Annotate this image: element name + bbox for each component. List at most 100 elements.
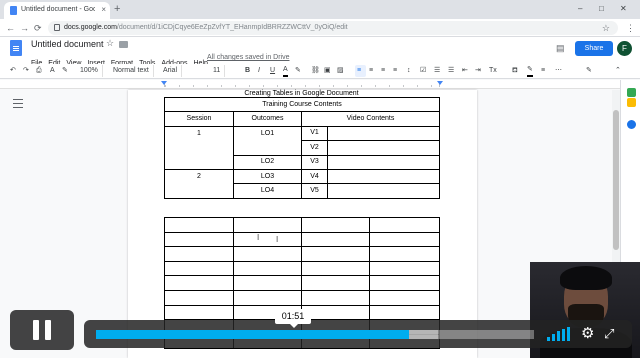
undo-button[interactable]: ↶ xyxy=(10,65,16,77)
add-comment-button[interactable]: ▣ xyxy=(324,65,331,77)
insert-image-button[interactable]: ▨ xyxy=(337,65,344,77)
fullscreen-icon[interactable]: ⤢ xyxy=(604,325,614,343)
style-select[interactable]: Normal text xyxy=(113,65,154,77)
empty-cell[interactable] xyxy=(164,275,234,291)
forward-button[interactable]: → xyxy=(20,22,29,34)
session-cell[interactable]: 2 xyxy=(164,168,234,199)
redo-button[interactable]: ↷ xyxy=(23,65,29,77)
line-spacing-button[interactable]: ↕ xyxy=(407,65,411,77)
star-icon[interactable]: ☆ xyxy=(106,38,114,49)
right-indent-marker[interactable] xyxy=(437,81,443,85)
zoom-select[interactable]: 100% xyxy=(80,65,103,77)
spellcheck-button[interactable]: A xyxy=(50,65,55,77)
pause-button[interactable] xyxy=(10,310,74,350)
empty-cell[interactable] xyxy=(326,168,441,185)
insert-link-button[interactable]: ⛓ xyxy=(311,65,320,77)
video-cell[interactable]: V5 xyxy=(301,183,328,199)
bookmark-star-icon[interactable]: ☆ xyxy=(602,22,610,34)
save-status[interactable]: All changes saved in Drive xyxy=(207,52,290,63)
table-title-cell[interactable]: Training Course Contents xyxy=(163,96,441,113)
decrease-indent-button[interactable]: ⇤ xyxy=(462,65,468,77)
left-indent-marker[interactable] xyxy=(161,81,167,85)
empty-cell[interactable] xyxy=(369,217,440,233)
tasks-icon[interactable] xyxy=(627,120,636,129)
empty-cell[interactable] xyxy=(301,217,370,233)
empty-cell[interactable] xyxy=(301,275,370,291)
border-color-button[interactable]: ✎ xyxy=(527,65,533,77)
empty-cell[interactable] xyxy=(164,260,234,277)
progress-bar[interactable] xyxy=(96,330,534,339)
empty-cell[interactable] xyxy=(233,217,302,233)
empty-cell[interactable] xyxy=(369,260,440,277)
outcome-cell[interactable]: LO4 xyxy=(233,183,302,199)
comments-icon[interactable]: ▤ xyxy=(556,42,565,54)
empty-cell[interactable] xyxy=(326,125,441,142)
empty-cell[interactable] xyxy=(164,304,234,321)
empty-cell[interactable] xyxy=(233,275,302,291)
font-select[interactable]: Arial xyxy=(163,65,183,77)
docs-logo-icon[interactable] xyxy=(10,40,22,56)
border-width-button[interactable]: ≡ xyxy=(541,65,545,77)
keep-icon[interactable] xyxy=(627,98,636,107)
empty-cell[interactable] xyxy=(233,231,302,248)
highlight-color-button[interactable]: ✎ xyxy=(295,65,301,77)
close-window-button[interactable]: ✕ xyxy=(620,3,627,15)
outcome-cell[interactable]: LO2 xyxy=(233,154,302,170)
empty-cell[interactable] xyxy=(369,231,440,248)
collapse-toolbar-button[interactable]: ⌃ xyxy=(615,65,621,77)
align-left-button[interactable]: ≡ xyxy=(357,65,361,77)
clear-formatting-button[interactable]: Tx xyxy=(489,65,497,77)
document-outline-icon[interactable] xyxy=(13,99,23,108)
empty-cell[interactable] xyxy=(233,246,302,262)
empty-cell[interactable] xyxy=(301,289,370,306)
font-size-select[interactable]: 11 xyxy=(213,65,226,77)
align-center-button[interactable]: ≡ xyxy=(369,65,373,77)
border-dash-button[interactable]: ⋯ xyxy=(555,65,562,77)
checklist-button[interactable]: ☑ xyxy=(420,65,426,77)
empty-cell[interactable] xyxy=(326,154,441,170)
document-title[interactable]: Untitled document xyxy=(31,39,104,50)
empty-cell[interactable] xyxy=(326,183,441,199)
bold-button[interactable]: B xyxy=(245,65,250,77)
empty-cell[interactable] xyxy=(233,260,302,277)
justify-button[interactable]: ≡ xyxy=(393,65,397,77)
volume-icon[interactable] xyxy=(547,327,571,341)
outcome-cell[interactable]: LO1 xyxy=(233,125,302,156)
back-button[interactable]: ← xyxy=(6,22,15,34)
empty-cell[interactable] xyxy=(164,217,234,233)
video-cell[interactable]: V1 xyxy=(301,125,328,142)
empty-cell[interactable] xyxy=(164,289,234,306)
paint-bucket-button[interactable]: ⛾ xyxy=(512,65,518,77)
avatar[interactable]: F xyxy=(617,41,632,56)
course-contents-table[interactable]: Training Course Contents Session Outcome… xyxy=(163,96,441,199)
empty-cell[interactable] xyxy=(369,304,440,321)
print-button[interactable]: ⎙ xyxy=(36,65,42,77)
empty-cell[interactable] xyxy=(301,231,370,248)
video-cell[interactable]: V3 xyxy=(301,154,328,170)
empty-cell[interactable] xyxy=(369,246,440,262)
align-right-button[interactable]: ≡ xyxy=(381,65,385,77)
editing-mode-button[interactable]: ✎ xyxy=(586,65,592,77)
paint-format-button[interactable]: ✎ xyxy=(62,65,68,77)
settings-icon[interactable]: ⚙ xyxy=(581,324,594,344)
url-input[interactable]: docs.google.com/document/d/1iCDjCqye6EeZ… xyxy=(48,21,618,35)
italic-button[interactable]: I xyxy=(258,65,260,77)
new-tab-button[interactable]: + xyxy=(114,3,120,16)
empty-cell[interactable] xyxy=(164,246,234,262)
numbered-list-button[interactable]: ☰ xyxy=(448,65,454,77)
reload-button[interactable]: ⟳ xyxy=(34,22,42,34)
calendar-icon[interactable] xyxy=(627,88,636,97)
empty-cell[interactable] xyxy=(369,275,440,291)
empty-cell[interactable] xyxy=(301,304,370,321)
header-session[interactable]: Session xyxy=(164,111,234,127)
empty-cell[interactable] xyxy=(326,140,441,156)
session-cell[interactable]: 1 xyxy=(164,125,234,170)
underline-button[interactable]: U xyxy=(270,65,275,77)
increase-indent-button[interactable]: ⇥ xyxy=(475,65,481,77)
folder-icon[interactable] xyxy=(119,41,128,48)
video-cell[interactable]: V2 xyxy=(301,140,328,156)
text-color-button[interactable]: A xyxy=(283,65,288,77)
header-video-contents[interactable]: Video Contents xyxy=(300,111,441,127)
outcome-cell[interactable]: LO3 xyxy=(233,168,302,185)
maximize-button[interactable]: □ xyxy=(599,3,604,15)
